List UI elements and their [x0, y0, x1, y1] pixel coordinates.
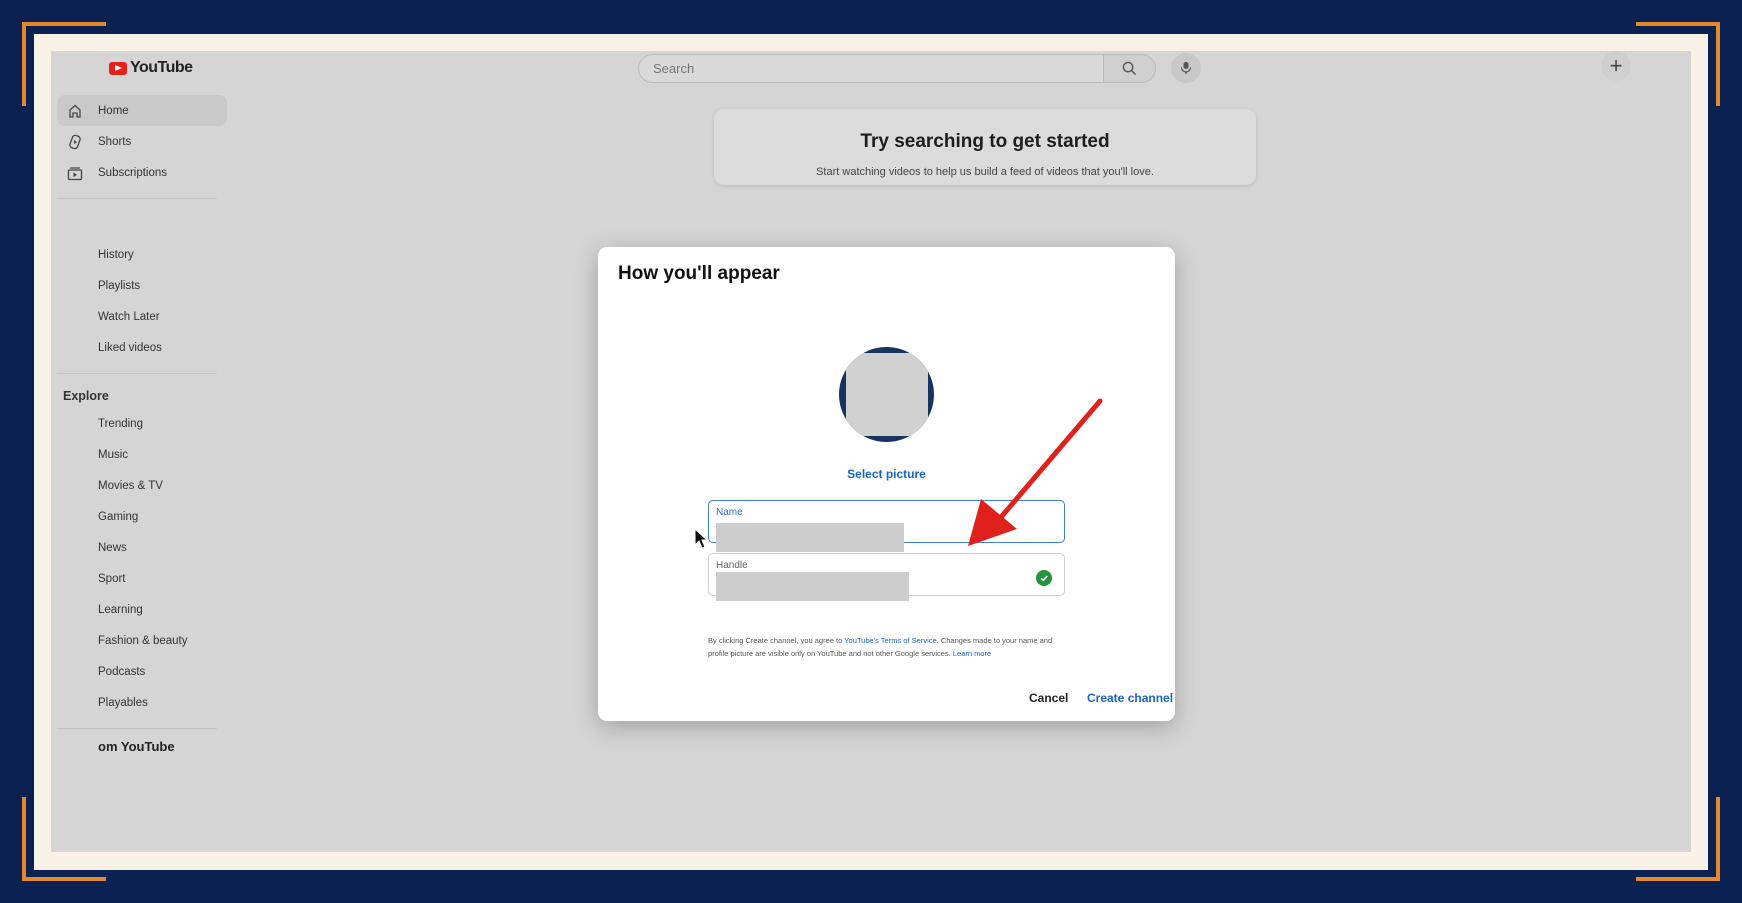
search-input[interactable]: [638, 54, 1104, 83]
prompt-title: Try searching to get started: [860, 131, 1110, 152]
sidebar-item-label: Liked videos: [98, 341, 162, 354]
youtube-play-icon: [109, 61, 127, 75]
check-circle-icon: [1036, 570, 1052, 586]
youtube-logo[interactable]: YouTube: [109, 59, 193, 77]
sidebar-item-label: Watch Later: [98, 310, 160, 323]
sidebar-item-watch-later[interactable]: Watch Later: [51, 301, 241, 332]
sidebar-item-liked-videos[interactable]: Liked videos: [51, 332, 241, 363]
microphone-icon: [1180, 62, 1192, 74]
sidebar-divider: [57, 198, 217, 199]
create-button[interactable]: +: [1601, 51, 1631, 81]
sidebar-item-label: Home: [98, 104, 129, 117]
sidebar-item-label: Learning: [98, 603, 143, 616]
home-icon: [69, 104, 81, 118]
sidebar-item-label: Podcasts: [98, 665, 146, 678]
profile-picture[interactable]: [839, 347, 934, 442]
sidebar-item-shorts[interactable]: Shorts: [51, 126, 241, 157]
empty-feed-prompt: Try searching to get started Start watch…: [714, 109, 1256, 185]
name-input[interactable]: [716, 523, 904, 552]
subscriptions-icon: [67, 167, 83, 181]
sidebar-item-label: Movies & TV: [98, 479, 163, 492]
shorts-icon: [69, 134, 81, 150]
sidebar-item-sport[interactable]: Sport: [51, 563, 241, 594]
handle-field-label: Handle: [716, 560, 748, 571]
sidebar-item-movies-tv[interactable]: Movies & TV: [51, 470, 241, 501]
sidebar-item-news[interactable]: News: [51, 532, 241, 563]
sidebar-item-label: Trending: [98, 417, 143, 430]
sidebar-item-label: Playlists: [98, 279, 141, 292]
sidebar: Home Shorts Subscriptions History Playli…: [51, 95, 241, 754]
red-arrow-annotation: [968, 398, 1103, 546]
terms-notice: By clicking Create channel, you agree to…: [708, 634, 1068, 660]
youtube-screen: YouTube + Home Shorts Su: [51, 51, 1691, 852]
sidebar-item-label: News: [98, 541, 127, 554]
handle-input[interactable]: [716, 572, 909, 601]
sidebar-item-label: Music: [98, 448, 129, 461]
sidebar-item-podcasts[interactable]: Podcasts: [51, 656, 241, 687]
sidebar-item-fashion-beauty[interactable]: Fashion & beauty: [51, 625, 241, 656]
sidebar-divider: [57, 373, 217, 374]
more-from-youtube-heading: om YouTube: [98, 739, 175, 754]
sidebar-item-learning[interactable]: Learning: [51, 594, 241, 625]
dialog-title: How you'll appear: [618, 263, 780, 284]
terms-prefix: By clicking Create channel, you agree to: [708, 636, 845, 645]
sidebar-item-trending[interactable]: Trending: [51, 408, 241, 439]
terms-of-service-link[interactable]: YouTube's Terms of Service: [844, 636, 936, 645]
voice-search-button[interactable]: [1171, 53, 1201, 83]
sidebar-item-playlists[interactable]: Playlists: [51, 270, 241, 301]
sidebar-item-home[interactable]: Home: [57, 95, 227, 126]
mouse-cursor-icon: [694, 528, 709, 549]
screenshot-frame: YouTube + Home Shorts Su: [34, 34, 1708, 870]
profile-picture-redaction: [846, 353, 928, 436]
sidebar-item-label: Shorts: [98, 135, 132, 148]
search-bar: [638, 53, 1158, 84]
sidebar-item-label: Sport: [98, 572, 126, 585]
sidebar-item-label: Subscriptions: [98, 166, 168, 179]
sidebar-item-label: Fashion & beauty: [98, 634, 188, 647]
cancel-button[interactable]: Cancel: [1029, 691, 1068, 705]
learn-more-link[interactable]: Learn more: [953, 649, 991, 658]
sidebar-item-label: Playables: [98, 696, 148, 709]
search-icon: [1122, 61, 1137, 76]
sidebar-divider: [57, 728, 217, 729]
search-button[interactable]: [1104, 54, 1156, 83]
name-field-label: Name: [716, 507, 743, 518]
sidebar-item-label: History: [98, 248, 134, 261]
prompt-subtitle: Start watching videos to help us build a…: [816, 166, 1154, 178]
sidebar-item-subscriptions[interactable]: Subscriptions: [51, 157, 241, 188]
handle-field[interactable]: Handle: [708, 553, 1065, 601]
sidebar-item-history[interactable]: History: [51, 239, 241, 270]
sidebar-item-music[interactable]: Music: [51, 439, 241, 470]
sidebar-item-label: Gaming: [98, 510, 139, 523]
create-channel-button[interactable]: Create channel: [1087, 691, 1173, 705]
sidebar-item-gaming[interactable]: Gaming: [51, 501, 241, 532]
plus-icon: +: [1609, 53, 1623, 78]
explore-heading: Explore: [63, 389, 109, 403]
logo-text: YouTube: [130, 59, 193, 76]
sidebar-item-playables[interactable]: Playables: [51, 687, 241, 718]
